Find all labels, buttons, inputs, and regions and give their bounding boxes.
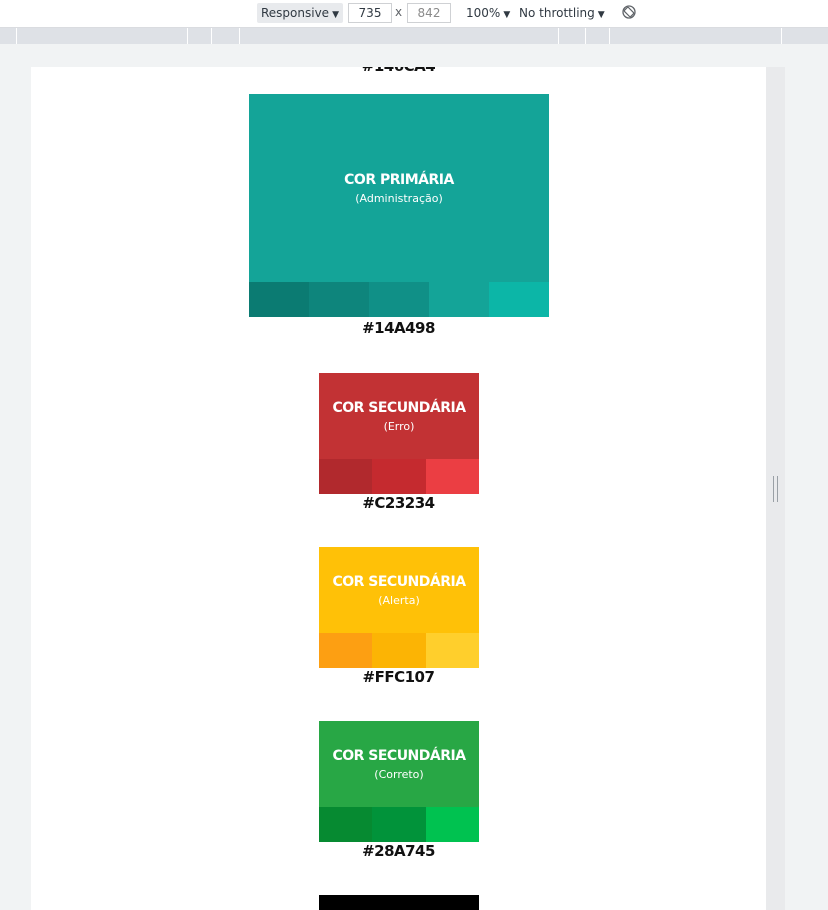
shade-block [249,282,309,317]
viewport-height-input[interactable]: 842 [407,3,451,23]
rotate-icon[interactable] [622,5,636,19]
shade-strip [249,282,549,317]
swatch-subtitle: (Erro) [383,419,415,433]
swatch-title: COR SECUNDÁRIA [332,573,466,590]
zoom-label: 100% [466,6,501,20]
throttling-select[interactable]: No throttling ▼ [519,6,605,20]
color-swatch-partial [319,895,479,910]
ruler-divider [585,28,586,44]
shade-block [429,282,489,317]
throttling-label: No throttling [519,6,595,20]
shade-block [425,807,479,842]
color-swatch-alert: COR SECUNDÁRIA (Alerta) [319,547,479,668]
dimension-separator: x [395,5,403,19]
hex-label: #14A498 [362,319,435,337]
shade-block [372,807,426,842]
viewport-resize-handle[interactable] [773,476,779,502]
color-swatch-success: COR SECUNDÁRIA (Correto) [319,721,479,842]
shade-strip [319,633,479,668]
shade-block [369,282,429,317]
swatch-main: COR SECUNDÁRIA (Correto) [319,721,479,807]
swatch-title: COR PRIMÁRIA [344,171,454,188]
hex-label: #146CA4 [31,67,766,75]
color-swatch-primary: COR PRIMÁRIA (Administração) [249,94,549,317]
chevron-down-icon: ▼ [503,10,511,20]
device-select-label: Responsive [261,6,330,20]
ruler-divider [187,28,188,44]
ruler-divider [558,28,559,44]
shade-block [425,459,479,494]
emulated-viewport: #146CA4 COR PRIMÁRIA (Administração) #14… [31,67,766,910]
hex-label: #28A745 [362,842,435,860]
swatch-subtitle: (Alerta) [378,593,420,607]
swatch-main: COR SECUNDÁRIA (Alerta) [319,547,479,633]
shade-block [425,633,479,668]
shade-block [319,807,373,842]
shade-block [319,633,373,668]
shade-strip [319,807,479,842]
shade-block [309,282,369,317]
swatch-title: COR SECUNDÁRIA [332,399,466,416]
ruler-divider [239,28,240,44]
ruler-divider [16,28,17,44]
device-select[interactable]: Responsive ▼ [257,3,343,23]
swatch-subtitle: (Administração) [355,191,443,205]
ruler-divider [211,28,212,44]
hex-label: #C23234 [362,494,435,512]
viewport-width-input[interactable]: 735 [348,3,392,23]
color-swatch-error: COR SECUNDÁRIA (Erro) [319,373,479,494]
zoom-select[interactable]: 100% ▼ [466,6,510,20]
shade-block [319,459,373,494]
hex-label: #FFC107 [362,668,435,686]
ruler-divider [781,28,782,44]
swatch-main: COR PRIMÁRIA (Administração) [249,94,549,282]
swatch-subtitle: (Correto) [374,767,424,781]
device-toolbar: Responsive ▼ 735 x 842 100% ▼ No throttlin… [0,0,828,28]
swatch-title: COR SECUNDÁRIA [332,747,466,764]
shade-block [372,633,426,668]
media-query-bar[interactable] [0,28,828,44]
swatch-main: COR SECUNDÁRIA (Erro) [319,373,479,459]
shade-block [372,459,426,494]
chevron-down-icon: ▼ [597,10,605,20]
chevron-down-icon: ▼ [332,10,339,20]
shade-strip [319,459,479,494]
shade-block [489,282,549,317]
ruler-divider [609,28,610,44]
